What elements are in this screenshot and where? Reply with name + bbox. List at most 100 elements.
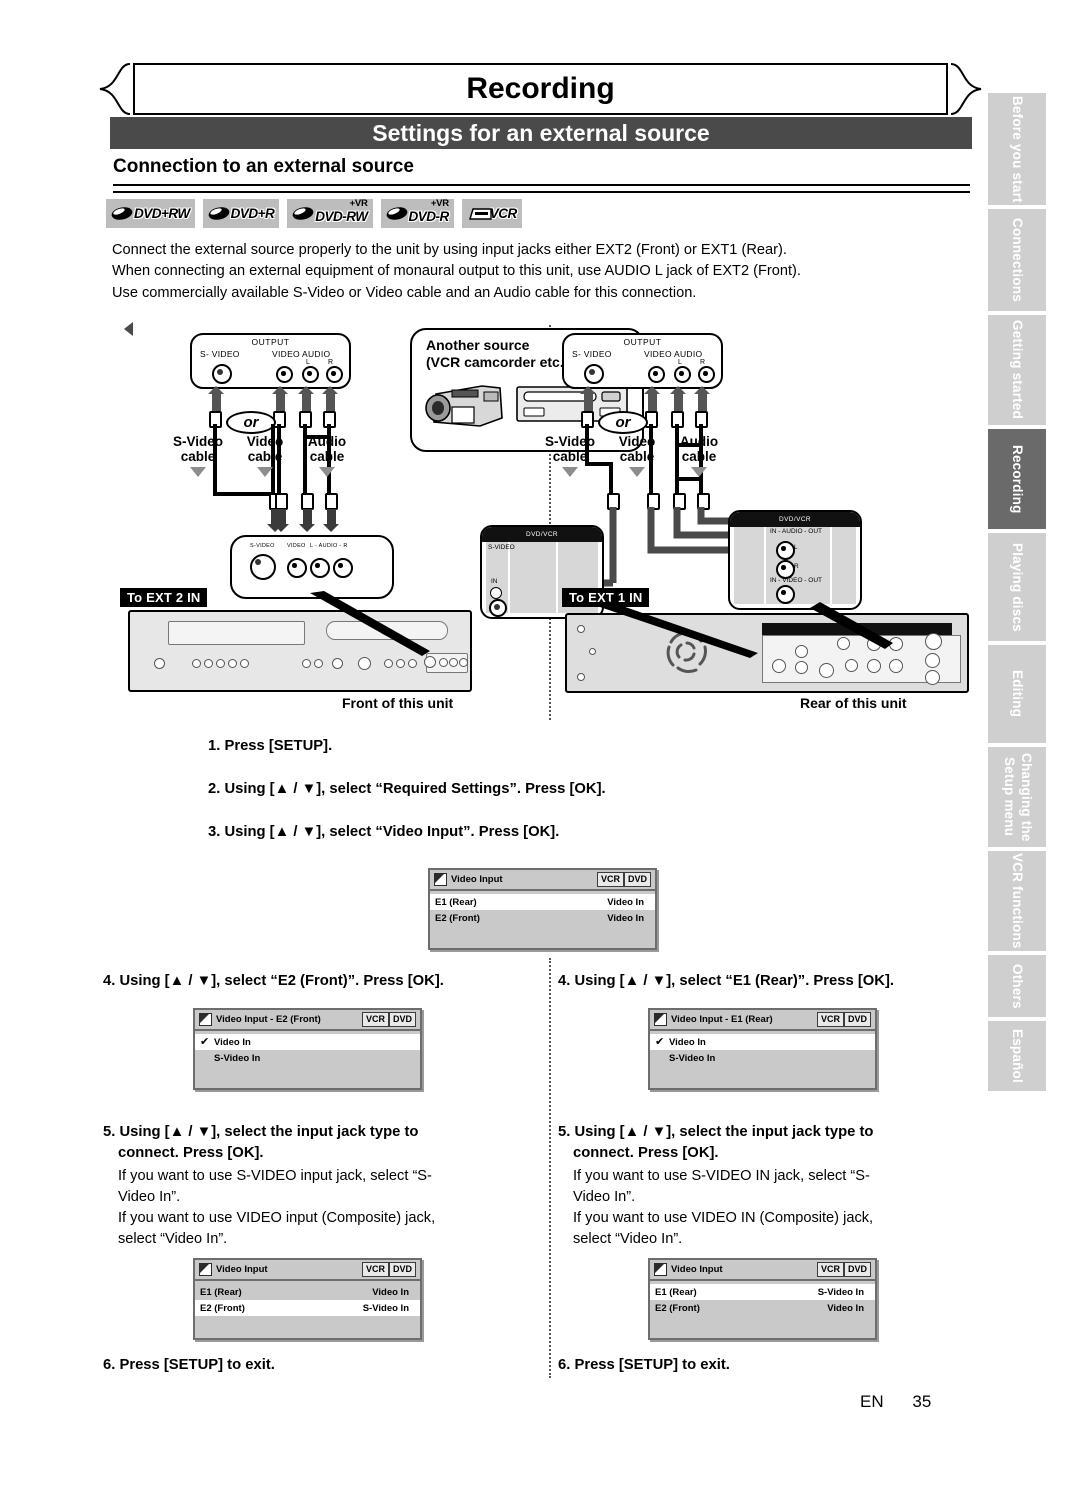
output-jack-label-svideo: S- VIDEO — [572, 349, 612, 359]
osd-option-svideo-in[interactable]: S-Video In — [195, 1050, 420, 1066]
osd-option-video-in[interactable]: ✔ Video In — [650, 1034, 875, 1050]
osd-title-row: Video Input VCR DVD — [650, 1260, 875, 1281]
osd-row-e1[interactable]: E1 (Rear) S-Video In — [650, 1284, 875, 1300]
chip-dvd[interactable]: DVD — [843, 1262, 871, 1277]
sidebar-tab-playing-discs[interactable]: Playing discs — [988, 532, 1046, 641]
osd-option-svideo-in[interactable]: S-Video In — [650, 1050, 875, 1066]
chip-vcr[interactable]: VCR — [361, 1012, 389, 1027]
osd-video-input-step5-left: Video Input VCR DVD E1 (Rear) Video In E… — [193, 1258, 422, 1340]
step-5-right-note3: If you want to use VIDEO IN (Composite) … — [573, 1210, 874, 1226]
front-tape-slot — [168, 621, 305, 645]
plug-audio-l-bottom-left — [301, 493, 314, 510]
subheading: Connection to an external source — [113, 156, 414, 177]
osd-title-row: Video Input VCR DVD — [430, 870, 655, 891]
chip-dvd[interactable]: DVD — [843, 1012, 871, 1027]
osd-row-e2[interactable]: E2 (Front) Video In — [430, 910, 655, 926]
step-5-left-note4: select “Video In”. — [118, 1231, 228, 1247]
badge-dvd-plus-rw: DVD+RW — [106, 199, 195, 228]
brace-left-decoration — [99, 63, 131, 115]
front-button — [408, 659, 417, 668]
chip-vcr[interactable]: VCR — [816, 1262, 844, 1277]
front-button — [314, 659, 323, 668]
osd-screen-icon — [654, 1263, 667, 1276]
chip-vcr[interactable]: VCR — [816, 1012, 844, 1027]
osd-screen-icon — [199, 1013, 212, 1026]
osd-row-e2[interactable]: E2 (Front) Video In — [650, 1300, 875, 1316]
section-title-bar: Settings for an external source — [110, 117, 972, 149]
sidebar-tab-recording[interactable]: Recording — [988, 428, 1046, 529]
output-jack-label-video: VIDEO — [272, 349, 300, 359]
step-5-right-note4: select “Video In”. — [573, 1231, 683, 1247]
subheading-rule — [113, 184, 970, 193]
chip-vcr[interactable]: VCR — [361, 1262, 389, 1277]
badge-dvd-minus-rw: DVD-RW +VR — [287, 198, 373, 228]
badge-label: DVD-RW — [315, 208, 368, 224]
output-jack-label-audio: AUDIO — [302, 349, 331, 359]
sidebar-tab-label: Español — [1009, 1029, 1025, 1083]
sidebar-tab-connections[interactable]: Connections — [988, 208, 1046, 311]
chip-dvd[interactable]: DVD — [388, 1262, 416, 1277]
chapter-banner: Recording — [99, 63, 982, 115]
osd-title-row: Video Input - E1 (Rear) VCR DVD — [650, 1010, 875, 1031]
arrow-down-audio-l-left — [299, 509, 315, 532]
triangle-video-right — [629, 467, 645, 477]
osd-row-e1[interactable]: E1 (Rear) Video In — [195, 1284, 420, 1300]
output-audio-l-jack — [302, 366, 319, 383]
chapter-sidebar: Before you start Connections Getting sta… — [988, 92, 1050, 1094]
front-jog-dial — [358, 657, 371, 670]
step-5-left-line2: connect. Press [OK]. — [118, 1145, 264, 1161]
osd-title-row: Video Input VCR DVD — [195, 1260, 420, 1281]
triangle-audio-left — [319, 467, 335, 477]
arrow-up-audio-l-right — [670, 386, 686, 411]
rear-fan-vent-icon — [666, 631, 707, 674]
sidebar-tab-editing[interactable]: Editing — [988, 644, 1046, 743]
arrow-up-svideo-right — [580, 386, 596, 411]
plug-audio-r-bottom-left — [325, 493, 338, 510]
arrow-up-video-right — [644, 386, 660, 411]
source-output-panel-left: OUTPUT S- VIDEO VIDEO AUDIO L R — [190, 333, 351, 389]
chip-vcr[interactable]: VCR — [596, 872, 624, 887]
chip-dvd[interactable]: DVD — [388, 1012, 416, 1027]
sidebar-tab-label: Connections — [1009, 218, 1025, 302]
source-output-panel-right: OUTPUT S- VIDEO VIDEO AUDIO L R — [562, 333, 723, 389]
intro-line-2: When connecting an external equipment of… — [112, 263, 801, 280]
triangle-svideo-right — [562, 467, 578, 477]
front-jack-label-audio: L - AUDIO - R — [310, 543, 348, 549]
front-jack-label-video: VIDEO — [287, 543, 306, 549]
osd-body: E1 (Rear) Video In E2 (Front) Video In — [430, 891, 655, 926]
triangle-video-left — [257, 467, 273, 477]
osd-body: E1 (Rear) S-Video In E2 (Front) Video In — [650, 1281, 875, 1316]
output-caption: OUTPUT — [623, 337, 662, 347]
osd-row-e1[interactable]: E1 (Rear) Video In — [430, 894, 655, 910]
sidebar-tab-before-you-start[interactable]: Before you start — [988, 92, 1046, 205]
osd-mode-chips: VCR DVD — [361, 1012, 416, 1027]
sidebar-tab-label: Changing the Setup menu — [1002, 752, 1034, 842]
badge-label: DVD+R — [230, 206, 275, 221]
sidebar-tab-getting-started[interactable]: Getting started — [988, 314, 1046, 425]
cable-audio-join2-right — [675, 477, 703, 481]
arrow-up-video-left — [272, 386, 288, 411]
brace-right-decoration — [950, 63, 982, 115]
rear-audio-l-jack — [776, 541, 795, 560]
front-button — [302, 659, 311, 668]
output-jack-label-svideo: S- VIDEO — [200, 349, 240, 359]
chip-dvd[interactable]: DVD — [623, 872, 651, 887]
disc-icon — [386, 206, 408, 221]
sidebar-tab-vcr-functions[interactable]: VCR functions — [988, 850, 1046, 951]
sidebar-tab-others[interactable]: Others — [988, 954, 1046, 1017]
step-6-left: 6. Press [SETUP] to exit. — [103, 1357, 275, 1373]
front-panel-audio-l-jack — [449, 658, 458, 667]
osd-option-video-in[interactable]: ✔ Video In — [195, 1034, 420, 1050]
intro-line-1: Connect the external source properly to … — [112, 242, 787, 258]
tag-to-ext1-in: To EXT 1 IN — [562, 588, 650, 607]
front-panel-video-jack — [439, 658, 448, 667]
section-title: Settings for an external source — [372, 119, 710, 146]
front-knob — [154, 658, 165, 669]
step-5-left-line1: 5. Using [▲ / ▼], select the input jack … — [103, 1124, 419, 1140]
sidebar-tab-espanol[interactable]: Español — [988, 1020, 1046, 1091]
osd-row-e2[interactable]: E2 (Front) S-Video In — [195, 1300, 420, 1316]
manual-page: Recording Settings for an external sourc… — [0, 0, 1080, 1491]
sidebar-tab-changing-setup-menu[interactable]: Changing the Setup menu — [988, 746, 1046, 847]
step-5-right-note2: Video In”. — [573, 1189, 636, 1205]
output-caption: OUTPUT — [251, 337, 290, 347]
